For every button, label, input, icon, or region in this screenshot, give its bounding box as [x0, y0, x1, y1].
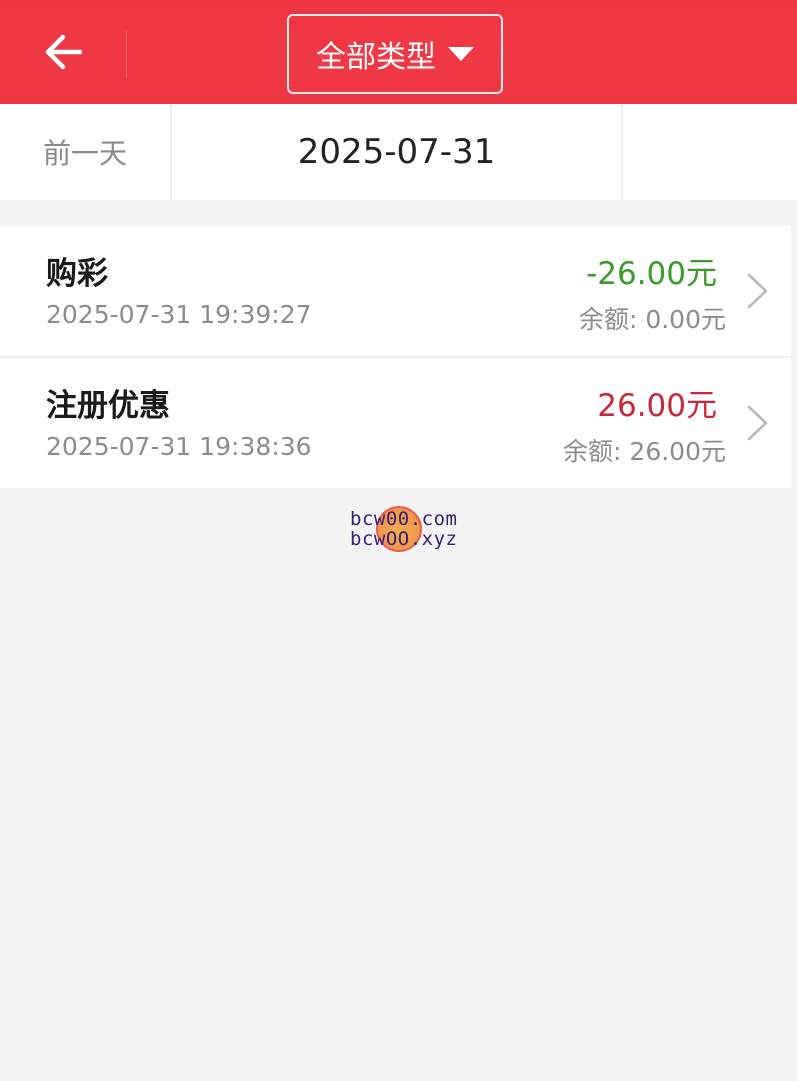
transaction-row[interactable]: 购彩 2025-07-31 19:39:27 -26.00元 余额: 0.00元	[0, 226, 791, 356]
transaction-list: 购彩 2025-07-31 19:39:27 -26.00元 余额: 0.00元…	[0, 226, 791, 488]
next-day-button[interactable]	[623, 104, 797, 200]
transaction-title: 注册优惠	[46, 388, 170, 424]
transaction-balance: 余额: 0.00元	[578, 305, 726, 334]
chevron-right-icon	[747, 405, 768, 441]
transaction-amount: 26.00元	[597, 388, 717, 424]
back-divider	[126, 30, 127, 78]
arrow-left-icon	[45, 34, 83, 70]
back-button[interactable]	[0, 0, 126, 104]
date-navigation: 前一天 2025-07-31	[0, 104, 797, 200]
chevron-right-icon	[747, 273, 768, 309]
transaction-title: 购彩	[46, 256, 108, 292]
type-filter-dropdown[interactable]: 全部类型	[287, 14, 503, 94]
watermark: bcw00.com bcwOO.xyz	[344, 506, 464, 554]
current-date[interactable]: 2025-07-31	[172, 104, 621, 200]
transaction-row[interactable]: 注册优惠 2025-07-31 19:38:36 26.00元 余额: 26.0…	[0, 356, 791, 488]
watermark-line-2: bcwOO.xyz	[350, 528, 458, 550]
top-bar: 全部类型	[0, 0, 797, 104]
prev-day-button[interactable]: 前一天	[0, 104, 170, 200]
caret-down-icon	[448, 47, 474, 61]
type-filter-label: 全部类型	[316, 40, 436, 75]
transaction-time: 2025-07-31 19:39:27	[46, 300, 312, 329]
transaction-balance: 余额: 26.00元	[563, 437, 726, 466]
transaction-amount: -26.00元	[586, 256, 717, 292]
transaction-time: 2025-07-31 19:38:36	[46, 432, 312, 461]
watermark-line-1: bcw00.com	[350, 508, 458, 530]
